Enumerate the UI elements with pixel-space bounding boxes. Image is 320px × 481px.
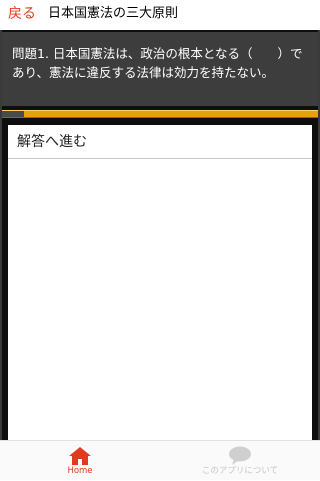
page-title: 日本国憲法の三大原則 (48, 6, 179, 21)
tab-home-label: Home (67, 466, 93, 476)
tab-about-app-label: このアプリについて (201, 466, 279, 476)
proceed-to-answer-button[interactable]: 解答へ進む (8, 125, 312, 159)
tab-about-app[interactable]: このアプリについて (160, 441, 320, 481)
question-text: 問題1. 日本国憲法は、政治の根本となる（ ）であり、憲法に違反する法律は効力を… (12, 46, 303, 80)
app-header: 戻る 日本国憲法の三大原則 (0, 0, 320, 30)
tab-home[interactable]: Home (0, 441, 160, 481)
speech-bubble-icon (229, 446, 251, 465)
progress-fill (2, 111, 25, 117)
home-icon (69, 447, 91, 465)
bottom-tab-bar: Home このアプリについて (0, 440, 320, 480)
question-box: 問題1. 日本国憲法は、政治の根本となる（ ）であり、憲法に違反する法律は効力を… (2, 32, 318, 106)
back-button[interactable]: 戻る (8, 5, 36, 23)
answer-panel: 解答へ進む (8, 125, 312, 440)
quiz-stage: 問題1. 日本国憲法は、政治の根本となる（ ）であり、憲法に違反する法律は効力を… (0, 30, 320, 440)
progress-bar (2, 110, 318, 118)
